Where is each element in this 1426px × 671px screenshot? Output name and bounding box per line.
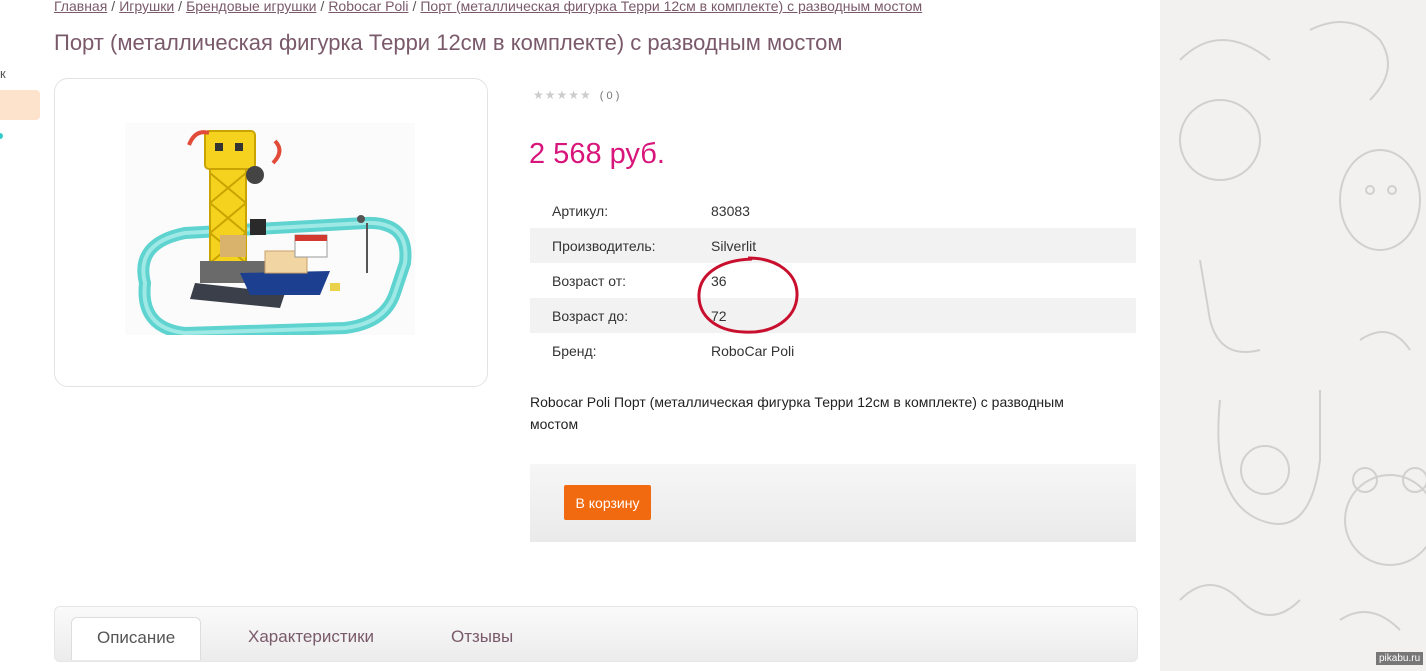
breadcrumb-separator: / [111,0,116,14]
breadcrumb-robocar-link[interactable]: Robocar Poli [328,0,408,14]
rating-count: ( 0 ) [599,90,620,102]
buy-panel: В корзину [530,464,1136,542]
rating-stars[interactable]: ★★★★★ [533,88,592,102]
spec-row-age-to: Возраст до: 72 [530,298,1136,333]
spec-row-brand: Бренд: RoboCar Poli [530,333,1136,368]
left-sidebar-fragment-item[interactable] [0,90,40,120]
decorative-background [1160,0,1426,671]
product-tabs: Описание Характеристики Отзывы [54,606,1138,662]
left-sidebar-fragment-text: к [0,66,6,81]
breadcrumb-toys-link[interactable]: Игрушки [119,0,174,14]
spec-row-article: Артикул: 83083 [530,193,1136,228]
spec-label: Производитель: [530,228,711,263]
spec-value: RoboCar Poli [711,342,795,359]
product-rating[interactable]: ★★★★★ ( 0 ) [533,88,619,102]
product-image-frame[interactable] [54,78,488,387]
spec-value: 36 [711,272,727,289]
breadcrumb-home-link[interactable]: Главная [54,0,107,14]
breadcrumb-separator: / [178,0,183,14]
spec-label: Возраст от: [552,272,627,289]
spec-row-manufacturer: Производитель: Silverlit [530,228,1136,263]
spec-row-age-from: Возраст от: 36 [530,263,1136,298]
tab-characteristics[interactable]: Характеристики [223,617,399,659]
watermark: pikabu.ru [1376,652,1424,665]
spec-value: Silverlit [711,228,1136,263]
left-sidebar-fragment-dot [0,133,3,139]
spec-label: Артикул: [552,202,609,219]
tab-reviews[interactable]: Отзывы [426,617,538,659]
spec-value: 83083 [711,202,750,219]
product-image [125,123,415,335]
tab-description[interactable]: Описание [71,617,202,660]
breadcrumb-brand-toys-link[interactable]: Брендовые игрушки [186,0,316,14]
product-specs-table: Артикул: 83083 Производитель: Silverlit … [530,193,1136,368]
breadcrumb-current-product-link[interactable]: Порт (металлическая фигурка Терри 12см в… [420,0,922,14]
add-to-cart-button[interactable]: В корзину [564,485,651,520]
product-price: 2 568 руб. [529,138,665,170]
product-short-description: Robocar Poli Порт (металлическая фигурка… [530,394,1064,432]
page-title: Порт (металлическая фигурка Терри 12см в… [54,30,843,55]
breadcrumb-separator: / [412,0,417,14]
breadcrumb-separator: / [320,0,325,14]
spec-label: Бренд: [552,342,597,359]
breadcrumb: Главная / Игрушки / Брендовые игрушки / Roboca… [54,0,922,14]
spec-value: 72 [711,298,1136,333]
spec-label: Возраст до: [530,298,711,333]
